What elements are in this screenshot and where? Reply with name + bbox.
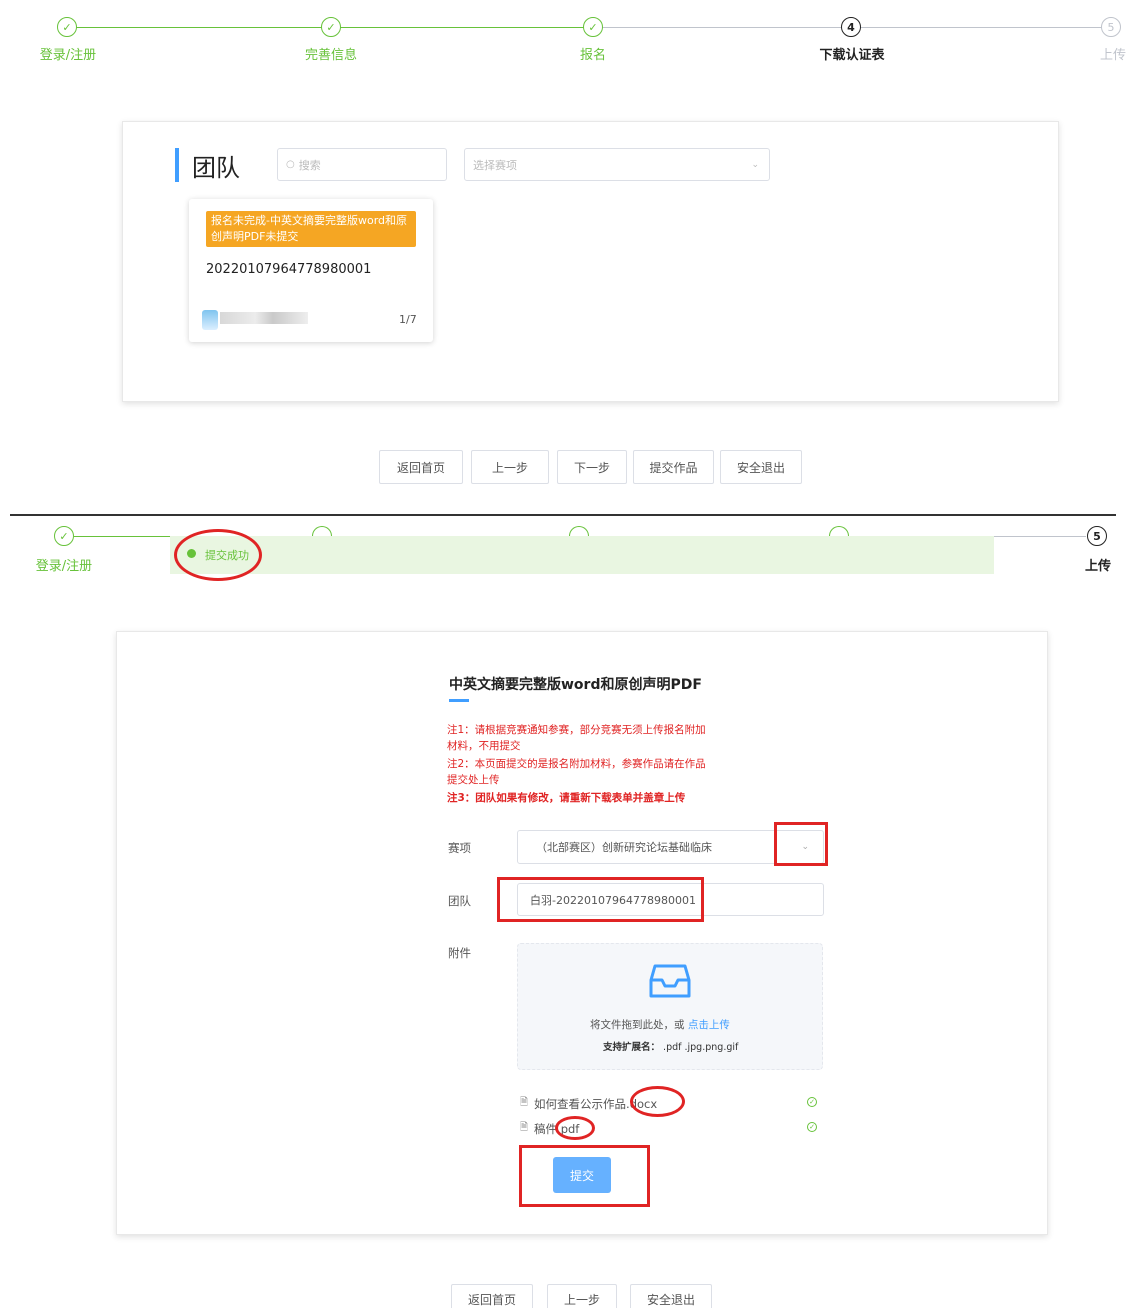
step-3-check-icon: ✓: [583, 17, 603, 37]
inbox-icon: [649, 964, 691, 998]
note-1: 注1：请根据竞赛通知参赛，部分竞赛无须上传报名附加材料，不用提交: [447, 724, 706, 752]
annotation-circle: [174, 529, 262, 581]
step-connector: [994, 536, 1086, 537]
title-accent-bar: [175, 148, 179, 182]
step-label-profile: 完善信息: [304, 48, 358, 63]
step-label-signup: 报名: [579, 48, 607, 63]
step-connector: [602, 27, 842, 28]
ext-values: .pdf .jpg.png.gif: [663, 1042, 739, 1053]
search-input[interactable]: ○ 搜索: [277, 148, 447, 181]
step-4-number-icon: 4: [841, 17, 861, 37]
prev-button[interactable]: 上一步: [547, 1284, 617, 1308]
step-dot-partial: [829, 526, 849, 536]
event-value: （北部赛区）创新研究论坛基础临床: [536, 841, 712, 854]
annotation-circle: [555, 1116, 595, 1140]
step-dot-partial: [312, 526, 332, 536]
step-connector: [74, 536, 184, 537]
success-check-icon: ✓: [807, 1122, 817, 1132]
document-icon: 🗎: [520, 1097, 529, 1108]
step-1-check-icon: ✓: [54, 526, 74, 546]
upload-hint-text: 将文件拖到此处，或: [590, 1019, 685, 1031]
note-3: 注3：团队如果有修改，请重新下载表单并盖章上传: [447, 792, 686, 804]
event-select[interactable]: 选择赛项 ⌄: [464, 148, 770, 181]
search-placeholder: 搜索: [298, 158, 321, 172]
warning-tag: 报名未完成-中英文摘要完整版word和原创声明PDF未提交: [206, 211, 416, 247]
step-5-number-icon: 5: [1101, 17, 1121, 37]
step-label-login: 登录/注册: [35, 559, 93, 574]
blurred-members: [220, 312, 308, 324]
screenshot-divider: [10, 514, 1116, 516]
home-button[interactable]: 返回首页: [379, 450, 463, 484]
document-icon: 🗎: [520, 1122, 529, 1133]
event-label: 赛项: [448, 841, 471, 855]
step-2-check-icon: ✓: [321, 17, 341, 37]
upload-ext: 支持扩展名： .pdf .jpg.png.gif: [603, 1039, 738, 1053]
submit-work-button[interactable]: 提交作品: [633, 450, 714, 484]
section-title: 团队: [192, 154, 240, 182]
step-label-upload: 上传: [1084, 559, 1112, 574]
success-toast: [170, 536, 994, 574]
title-underline: [449, 699, 469, 702]
upload-hint: 将文件拖到此处，或 点击上传: [590, 1017, 730, 1032]
team-id: 20220107964778980001: [206, 262, 372, 277]
note-2: 注2：本页面提交的是报名附加材料，参赛作品请在作品提交处上传: [447, 758, 706, 786]
form-title: 中英文摘要完整版word和原创声明PDF: [449, 677, 702, 693]
home-button[interactable]: 返回首页: [451, 1284, 533, 1308]
step-dot-partial: [569, 526, 589, 536]
upload-link[interactable]: 点击上传: [688, 1019, 730, 1031]
step-1-check-icon: ✓: [57, 17, 77, 37]
next-button[interactable]: 下一步: [557, 450, 627, 484]
step-connector: [76, 27, 322, 28]
step-5-number-icon: 5: [1087, 526, 1107, 546]
annotation-box: [519, 1145, 650, 1207]
ext-label: 支持扩展名：: [603, 1042, 661, 1053]
annotation-circle: [630, 1086, 685, 1117]
search-icon: ○: [286, 159, 295, 170]
success-check-icon: ✓: [807, 1097, 817, 1107]
attachment-label: 附件: [448, 946, 471, 960]
step-connector: [340, 27, 584, 28]
select-placeholder: 选择赛项: [473, 158, 517, 172]
annotation-box: [774, 822, 828, 866]
step-label-download: 下载认证表: [819, 48, 885, 63]
step-label-login: 登录/注册: [39, 48, 97, 63]
step-label-upload: 上传: [1100, 48, 1126, 63]
logout-button[interactable]: 安全退出: [720, 450, 802, 484]
chevron-down-icon: ⌄: [751, 159, 759, 170]
logout-button[interactable]: 安全退出: [630, 1284, 712, 1308]
annotation-box: [497, 877, 704, 922]
team-label: 团队: [448, 894, 471, 908]
avatar: [202, 310, 218, 330]
member-count: 1/7: [399, 313, 417, 326]
step-connector: [860, 27, 1102, 28]
prev-button[interactable]: 上一步: [471, 450, 549, 484]
